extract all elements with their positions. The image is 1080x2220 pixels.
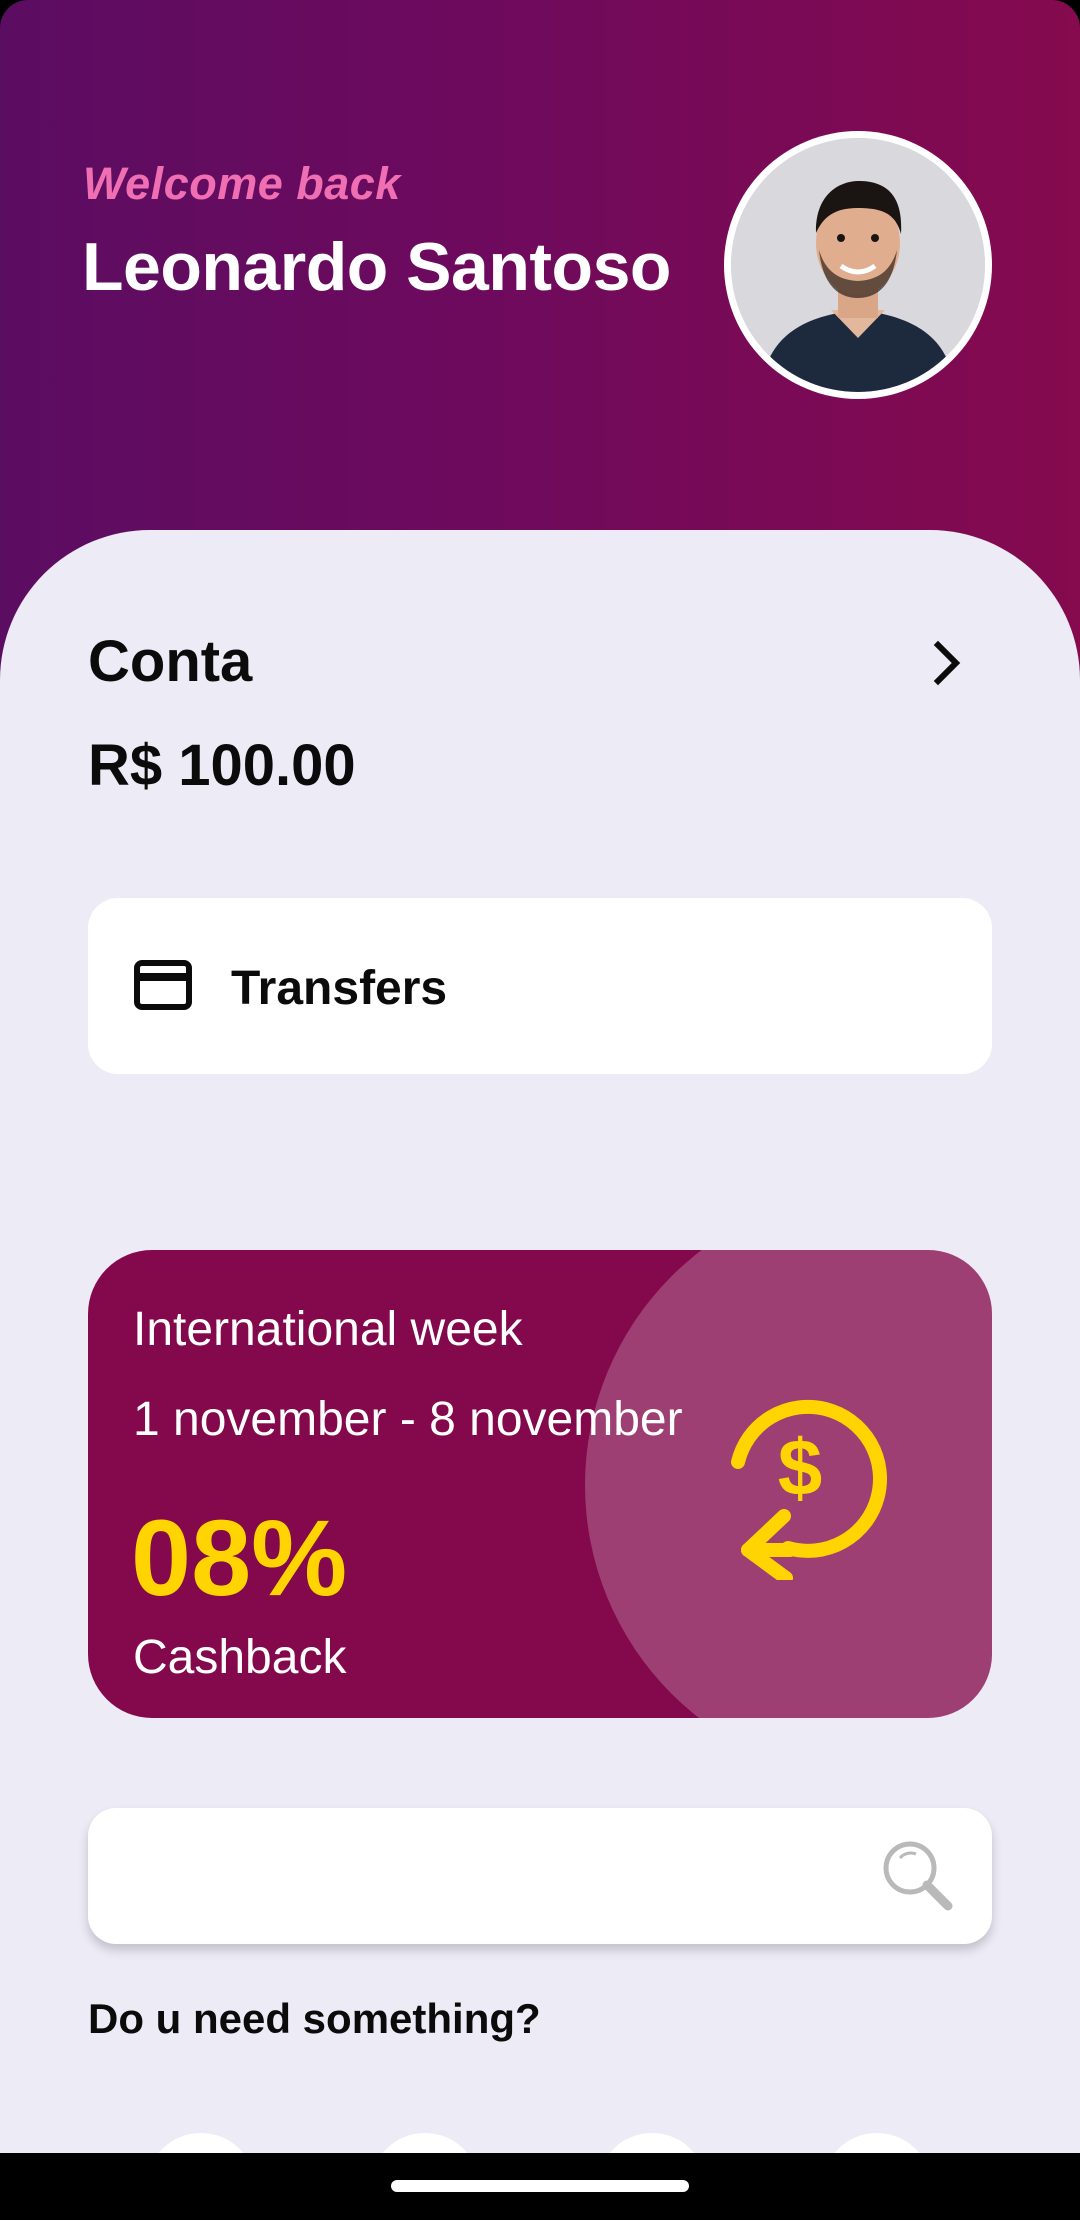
transfers-label: Transfers <box>231 962 448 1015</box>
svg-text:$: $ <box>778 1423 823 1512</box>
credit-card-icon <box>134 960 192 1010</box>
help-text: Do u need something? <box>88 1995 541 2042</box>
promo-percent: 08% <box>131 1497 348 1618</box>
home-indicator[interactable] <box>391 2180 689 2192</box>
chevron-right-icon[interactable] <box>922 638 972 688</box>
user-photo-icon <box>731 138 985 392</box>
search-input[interactable] <box>118 1808 882 1946</box>
promo-title: International week <box>133 1303 523 1356</box>
app-screen: Welcome back Leonardo Santoso Conta R$ 1… <box>0 0 1080 2220</box>
transfers-button[interactable]: Transfers <box>88 898 992 1074</box>
avatar-photo <box>731 138 985 392</box>
cashback-icon: $ <box>731 1399 887 1580</box>
promo-dates: 1 november - 8 november <box>133 1393 683 1446</box>
account-title: Conta <box>88 629 253 694</box>
promo-label: Cashback <box>133 1631 347 1684</box>
account-balance: R$ 100.00 <box>88 733 356 798</box>
search-icon[interactable] <box>878 1836 958 1916</box>
search-box <box>88 1808 992 1946</box>
avatar[interactable] <box>724 131 992 399</box>
cashback-promo-card[interactable]: International week 1 november - 8 novemb… <box>88 1250 992 1718</box>
user-name: Leonardo Santoso <box>82 229 671 305</box>
welcome-text: Welcome back <box>83 158 401 209</box>
